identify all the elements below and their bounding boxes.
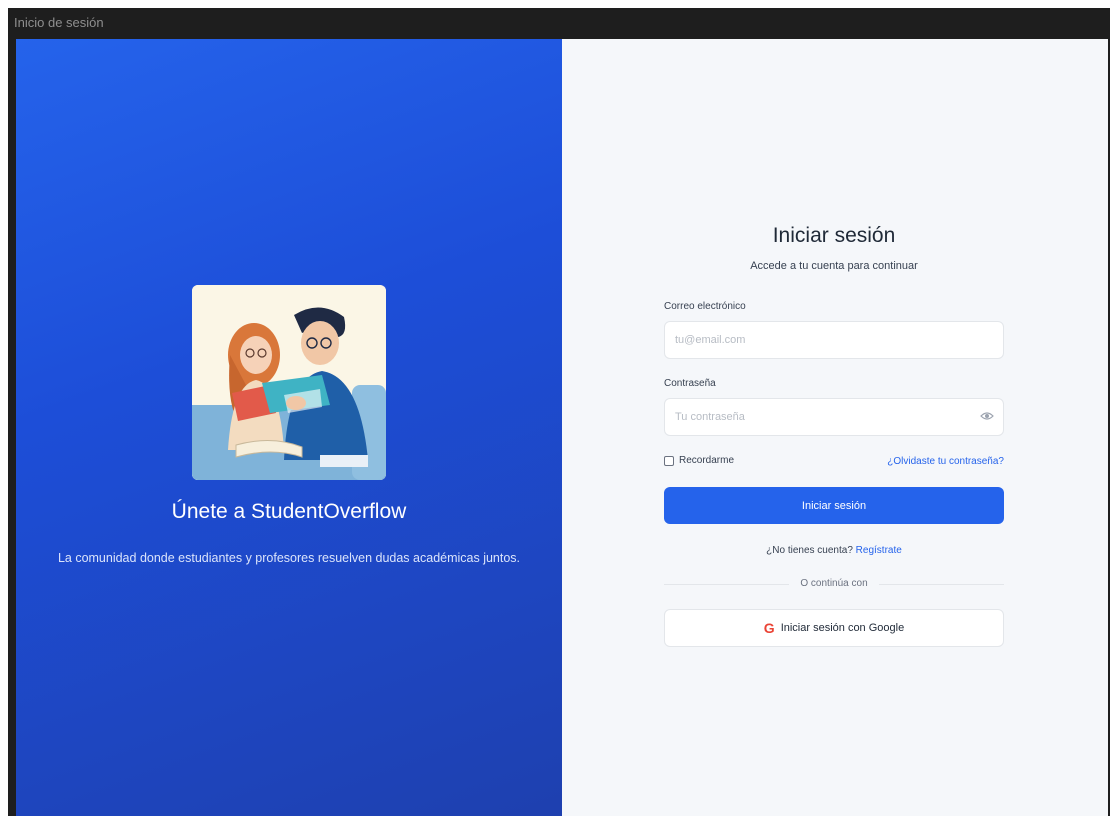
app-window: Inicio de sesión Únete a StudentOverflow…	[8, 8, 1110, 816]
google-icon: G	[763, 620, 775, 636]
hero-subtitle: La comunidad donde estudiantes y profeso…	[57, 551, 521, 565]
remember-label: Recordarme	[679, 455, 735, 466]
login-button[interactable]: Iniciar sesión	[664, 487, 1004, 524]
signup-prompt: ¿No tienes cuenta? Regístrate	[664, 545, 1004, 556]
remember-me[interactable]: Recordarme	[664, 455, 734, 466]
google-login-label: Iniciar sesión con Google	[780, 622, 905, 634]
form-subtitle: Accede a tu cuenta para continuar	[750, 260, 918, 272]
window-title: Inicio de sesión	[14, 15, 104, 30]
password-label: Contraseña	[664, 378, 716, 389]
hero-title: Únete a StudentOverflow	[171, 500, 407, 523]
google-login-button[interactable]: G Iniciar sesión con Google	[664, 609, 1004, 647]
email-field[interactable]	[664, 321, 1004, 359]
remember-checkbox[interactable]	[664, 455, 674, 466]
hero-panel: Únete a StudentOverflow La comunidad don…	[16, 39, 562, 816]
email-label: Correo electrónico	[664, 301, 746, 312]
divider-text: O continúa con	[796, 578, 872, 589]
divider: O continúa con	[664, 577, 1004, 591]
eye-icon[interactable]	[980, 409, 994, 423]
forgot-password-link[interactable]: ¿Olvidaste tu contraseña?	[887, 456, 1004, 467]
students-reading-illustration	[192, 285, 386, 480]
password-field[interactable]	[664, 398, 1004, 436]
page-content: Únete a StudentOverflow La comunidad don…	[16, 39, 1108, 816]
form-title: Iniciar sesión	[772, 224, 896, 247]
login-panel: Iniciar sesión Accede a tu cuenta para c…	[562, 39, 1108, 816]
signup-link[interactable]: Regístrate	[856, 545, 902, 556]
signup-prompt-text: ¿No tienes cuenta?	[766, 545, 853, 556]
title-bar: Inicio de sesión	[8, 8, 1110, 39]
